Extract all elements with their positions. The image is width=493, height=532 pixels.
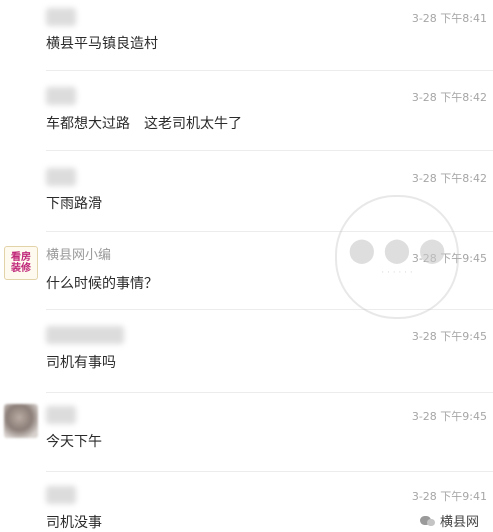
comment-list: 3-28 下午8:41 横县平马镇良造村 3-28 下午8:42 车都想大过路 …	[0, 0, 493, 532]
divider	[46, 150, 493, 151]
avatar-logo-text: 看房	[11, 252, 31, 263]
comment-text: 下雨路滑	[46, 196, 102, 212]
avatar[interactable]	[4, 484, 38, 518]
comment-time: 3-28 下午8:42	[411, 91, 487, 104]
divider	[46, 309, 493, 310]
avatar[interactable]	[4, 166, 38, 200]
avatar[interactable]	[4, 6, 38, 40]
avatar[interactable]	[4, 324, 38, 358]
source-brand: 横县网	[419, 511, 479, 530]
commenter-name[interactable]	[46, 87, 76, 105]
avatar-logo-text: 装修	[11, 263, 31, 274]
commenter-name[interactable]	[46, 168, 76, 186]
divider	[46, 392, 493, 393]
comment-item: 3-28 下午8:42 下雨路滑	[0, 158, 493, 238]
comment-time: 3-28 下午9:41	[411, 490, 487, 503]
comment-time: 3-28 下午8:42	[411, 172, 487, 185]
comment-text: 今天下午	[46, 434, 102, 450]
brand-label: 横县网	[439, 515, 479, 530]
divider	[46, 471, 493, 472]
comment-text: 横县平马镇良造村	[46, 36, 158, 52]
comment-text: 什么时候的事情？	[46, 276, 158, 292]
comment-item: 3-28 下午8:41 横县平马镇良造村	[0, 0, 493, 80]
comment-time: 3-28 下午9:45	[411, 252, 487, 265]
comment-text: 司机有事吗	[46, 355, 116, 371]
comment-item: 3-28 下午8:42 车都想大过路 这老司机太牛了	[0, 77, 493, 157]
avatar[interactable]	[4, 404, 38, 438]
avatar[interactable]	[4, 85, 38, 119]
commenter-name[interactable]	[46, 486, 76, 504]
editor-avatar[interactable]: 看房 装修	[4, 246, 38, 280]
comment-item: 3-28 下午9:45 今天下午	[0, 398, 493, 480]
comment-item: 看房 装修 横县网小编 3-28 下午9:45 什么时候的事情？	[0, 238, 493, 316]
commenter-name[interactable]	[46, 8, 76, 26]
wechat-icon	[419, 515, 436, 527]
comment-text: 司机没事	[46, 515, 102, 531]
comment-time: 3-28 下午9:45	[411, 330, 487, 343]
commenter-name[interactable]: 横县网小编	[46, 246, 111, 266]
divider	[46, 231, 493, 232]
commenter-name[interactable]	[46, 406, 76, 424]
divider	[46, 70, 493, 71]
comment-time: 3-28 下午9:45	[411, 410, 487, 423]
commenter-name[interactable]	[46, 326, 124, 344]
comment-time: 3-28 下午8:41	[411, 12, 487, 25]
comment-item: 3-28 下午9:45 司机有事吗	[0, 316, 493, 398]
comment-text: 车都想大过路 这老司机太牛了	[46, 116, 242, 132]
